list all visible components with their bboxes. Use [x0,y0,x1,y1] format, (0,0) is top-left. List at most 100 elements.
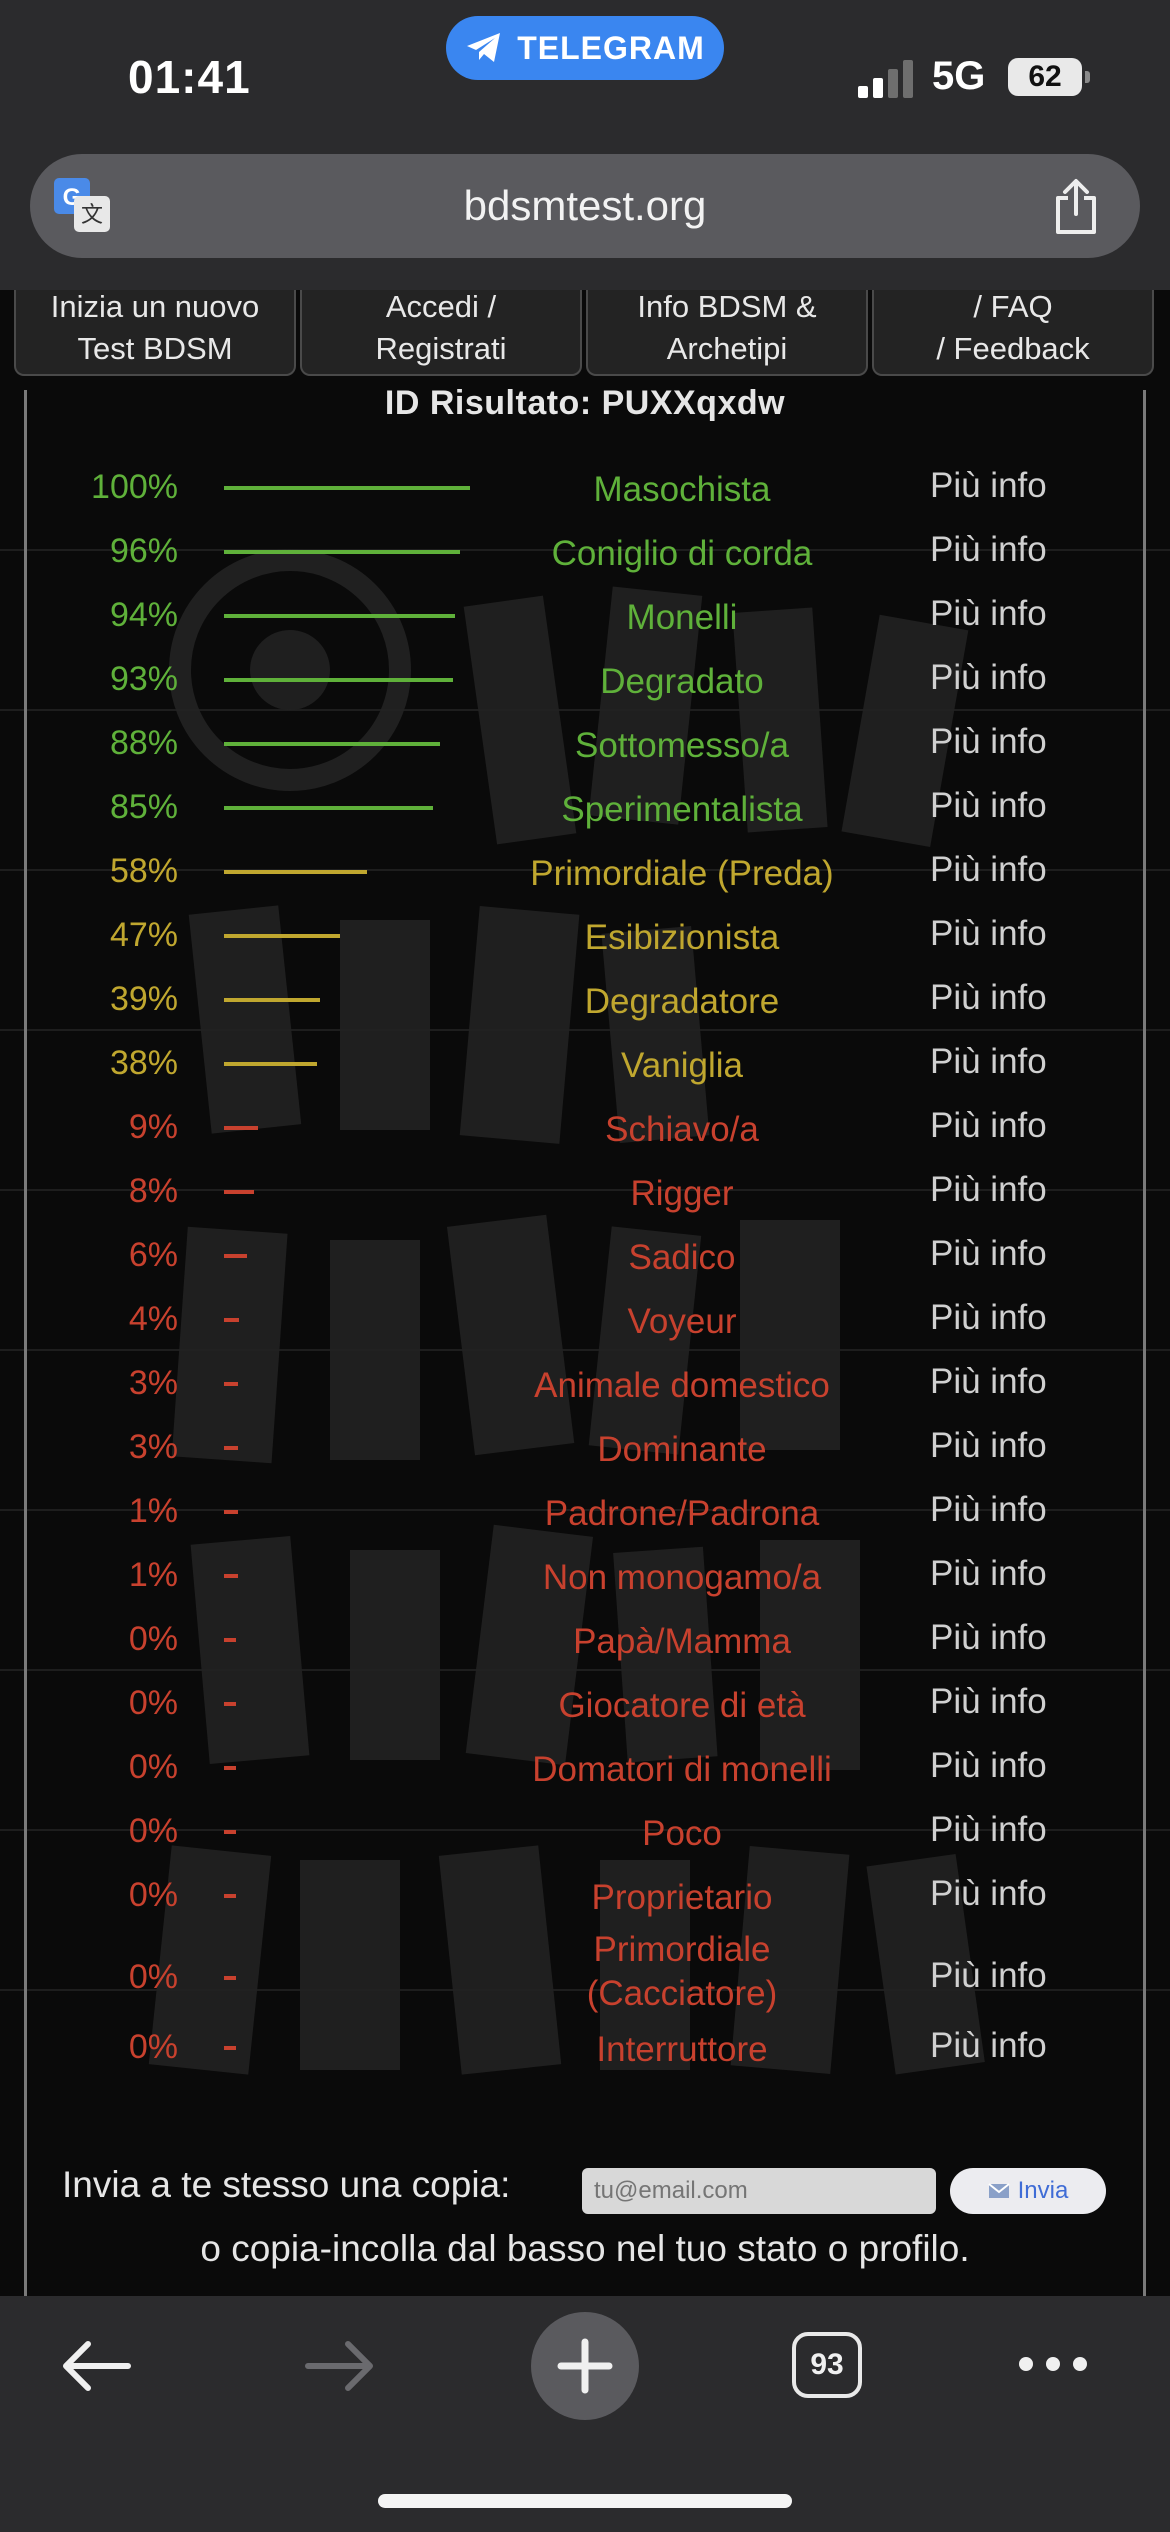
result-row: 0% Papà/Mamma Più info [0,1608,1170,1672]
result-bar [224,870,367,874]
result-bar [224,1638,236,1642]
result-bar [224,1894,236,1898]
more-info-link[interactable]: Più info [930,1810,1060,1850]
result-row: 3% Dominante Più info [0,1416,1170,1480]
nav-label-line2: Archetipi [666,331,788,366]
result-archetype-name: Proprietario [591,1878,773,1917]
more-info-link[interactable]: Più info [930,594,1060,634]
result-percent: 0% [128,1620,178,1658]
nav-login-button[interactable]: Accedi / Registrati [300,290,582,376]
battery-icon: 62 [1008,58,1090,96]
copy-paste-hint: o copia-incolla dal basso nel tuo stato … [200,2228,970,2269]
more-info-link[interactable]: Più info [930,658,1060,698]
result-archetype-name: Poco [642,1814,722,1853]
result-bar [224,1254,247,1258]
result-archetype-name: Sottomesso/a [575,726,789,765]
more-info-link[interactable]: Più info [930,786,1060,826]
more-info-link[interactable]: Più info [930,1874,1060,1914]
back-arrow-icon[interactable] [58,2336,134,2396]
result-percent: 0% [128,1876,178,1914]
more-info-link[interactable]: Più info [930,722,1060,762]
result-percent: 0% [128,2028,178,2066]
more-info-link[interactable]: Più info [930,1682,1060,1722]
result-row: 3% Animale domestico Più info [0,1352,1170,1416]
result-row: 0% Giocatore di età Più info [0,1672,1170,1736]
email-input[interactable] [582,2168,936,2214]
result-bar [224,614,456,618]
more-info-link[interactable]: Più info [930,914,1060,954]
result-archetype-name: Primordiale (Preda) [530,854,834,893]
tabs-button[interactable]: 93 [792,2332,862,2398]
more-options-icon[interactable] [1016,2354,1090,2374]
result-row: 100% Masochista Più info [0,456,1170,520]
result-row: 9% Schiavo/a Più info [0,1096,1170,1160]
more-info-link[interactable]: Più info [930,978,1060,1018]
result-archetype-name: Animale domestico [534,1366,830,1405]
more-info-link[interactable]: Più info [930,1426,1060,1466]
result-archetype-name: Degradato [600,662,764,701]
url-text: bdsmtest.org [463,182,707,229]
result-percent: 88% [109,724,178,762]
result-archetype-name: Domatori di monelli [532,1750,832,1789]
result-percent: 96% [109,532,178,570]
result-percent: 93% [109,660,178,698]
share-icon[interactable] [1052,178,1100,236]
more-info-link[interactable]: Più info [930,850,1060,890]
translate-icon[interactable]: G 文 [52,176,112,234]
result-bar [224,1766,236,1770]
result-row: 1% Padrone/Padrona Più info [0,1480,1170,1544]
result-percent: 1% [128,1492,178,1530]
result-percent: 85% [109,788,178,826]
more-info-link[interactable]: Più info [930,1362,1060,1402]
nav-label-line1: Inizia un nuovo [50,290,260,324]
result-bar [224,1830,236,1834]
result-bar [224,1318,240,1322]
signal-icon [858,60,913,98]
send-button[interactable]: Invia [950,2168,1106,2214]
result-bar [224,486,470,490]
nav-info-button[interactable]: Info BDSM & Archetipi [586,290,868,376]
more-info-link[interactable]: Più info [930,1170,1060,1210]
web-page: Inizia un nuovo Test BDSM Accedi / Regis… [0,290,1170,2296]
result-row: 4% Voyeur Più info [0,1288,1170,1352]
nav-label-line2: Registrati [375,331,507,366]
telegram-return-pill[interactable]: TELEGRAM [446,16,724,80]
new-tab-button[interactable] [531,2312,639,2420]
result-percent: 0% [128,1748,178,1786]
result-percent: 3% [128,1428,178,1466]
more-info-link[interactable]: Più info [930,1106,1060,1146]
more-info-link[interactable]: Più info [930,2026,1060,2066]
result-bar [224,1446,238,1450]
result-row: 1% Non monogamo/a Più info [0,1544,1170,1608]
nav-label-line1: / FAQ [973,290,1053,324]
result-row: 38% Vaniglia Più info [0,1032,1170,1096]
result-percent: 8% [128,1172,178,1210]
result-bar [224,2046,236,2050]
result-percent: 47% [109,916,178,954]
result-percent: 0% [128,1812,178,1850]
result-archetype-name: Papà/Mamma [573,1622,791,1661]
more-info-link[interactable]: Più info [930,1618,1060,1658]
result-archetype-name: Monelli [626,598,738,637]
more-info-link[interactable]: Più info [930,1298,1060,1338]
address-bar[interactable]: G 文 bdsmtest.org [30,154,1140,258]
browser-toolbar: 93 [0,2296,1170,2532]
nav-new-test-button[interactable]: Inizia un nuovo Test BDSM [14,290,296,376]
nav-faq-button[interactable]: / FAQ / Feedback [872,290,1154,376]
result-archetype-name: Padrone/Padrona [544,1494,820,1533]
more-info-link[interactable]: Più info [930,1042,1060,1082]
result-bar [224,1976,236,1980]
more-info-link[interactable]: Più info [930,530,1060,570]
nav-label-line1: Accedi / [385,290,497,324]
telegram-label: TELEGRAM [517,29,705,66]
result-row: 8% Rigger Più info [0,1160,1170,1224]
more-info-link[interactable]: Più info [930,1490,1060,1530]
more-info-link[interactable]: Più info [930,1234,1060,1274]
more-info-link[interactable]: Più info [930,1956,1060,1996]
forward-arrow-icon[interactable] [302,2336,378,2396]
more-info-link[interactable]: Più info [930,466,1060,506]
result-bar [224,1574,238,1578]
more-info-link[interactable]: Più info [930,1554,1060,1594]
result-row: 47% Esibizionista Più info [0,904,1170,968]
more-info-link[interactable]: Più info [930,1746,1060,1786]
